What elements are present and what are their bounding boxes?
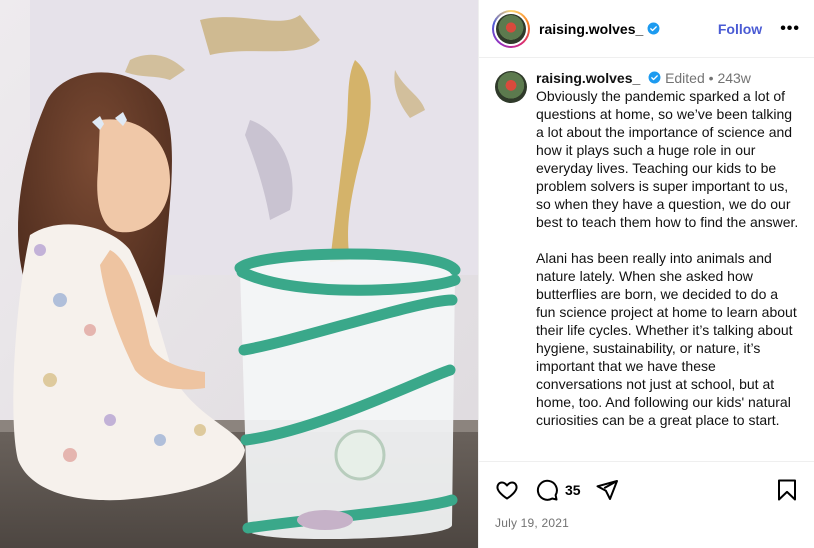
edited-label: Edited [665,70,705,86]
comment-icon [536,479,558,501]
post-header: raising.wolves_ Follow ••• [479,0,814,58]
caption-verified-icon [648,71,661,84]
post-photo [0,0,478,548]
comment-button[interactable]: 35 [535,478,581,502]
photo-illustration [0,0,478,548]
bookmark-icon [778,479,796,501]
follow-button[interactable]: Follow [718,21,762,37]
caption-username[interactable]: raising.wolves_ [536,70,640,86]
caption-text: raising.wolves_ Edited • 243w Obviously … [536,69,800,429]
comment-count: 35 [565,482,581,498]
verified-icon [647,22,660,35]
profile-avatar[interactable] [492,9,530,48]
caption-avatar[interactable] [495,71,527,103]
avatar-inner [494,11,528,46]
post-panel: raising.wolves_ Follow ••• raising.wolve… [478,0,814,548]
action-icons: 35 [495,476,798,504]
caption-section: raising.wolves_ Edited • 243w Obviously … [479,59,814,461]
caption-paragraph-2: Alani has been really into animals and n… [536,250,797,428]
caption-paragraph-1: Obviously the pandemic sparked a lot of … [536,88,799,230]
avatar-image [496,13,526,44]
post-age[interactable]: 243w [717,70,750,86]
post-username[interactable]: raising.wolves_ [539,21,643,37]
share-icon [596,480,618,500]
share-button[interactable] [595,478,619,502]
caption-row: raising.wolves_ Edited • 243w Obviously … [495,69,800,429]
heart-icon [496,481,518,500]
save-button[interactable] [776,478,798,502]
actions-bar: 35 July 19, 2021 [479,461,814,548]
meta-separator: • [708,70,714,86]
more-options-icon[interactable]: ••• [780,20,800,38]
like-button[interactable] [495,478,519,502]
post-date[interactable]: July 19, 2021 [495,516,798,530]
